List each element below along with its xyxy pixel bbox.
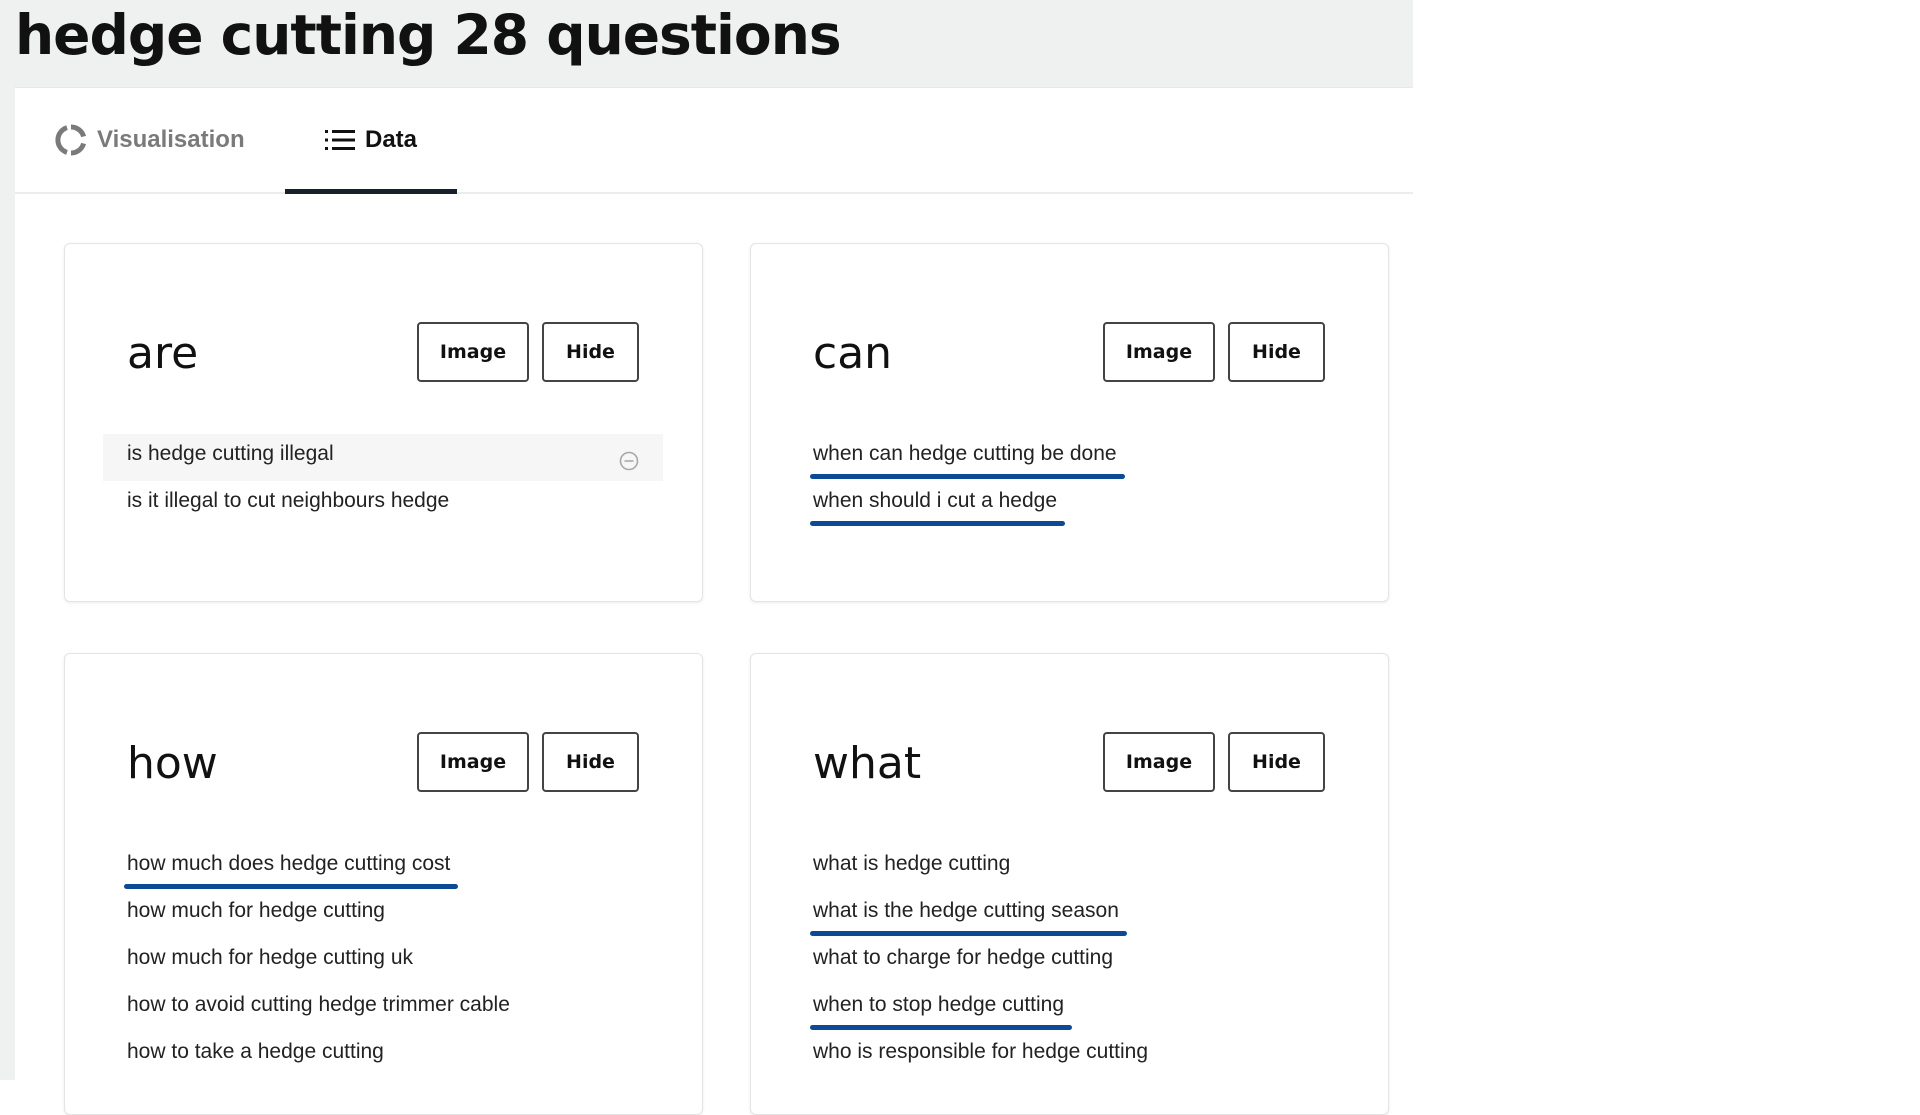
question-card-are: are Image Hide is hedge cutting illegal … (64, 243, 703, 602)
image-button[interactable]: Image (1103, 322, 1215, 382)
question-text: who is responsible for hedge cutting (813, 1040, 1149, 1063)
question-item[interactable]: how much for hedge cutting uk (103, 938, 663, 985)
question-text: what to charge for hedge cutting (813, 946, 1114, 969)
question-item[interactable]: what is the hedge cutting season (789, 891, 1349, 938)
active-tab-indicator (285, 189, 457, 194)
card-heading: can (813, 328, 893, 379)
tab-bar: Visualisation Data (15, 88, 1413, 194)
question-item[interactable]: what to charge for hedge cutting (789, 938, 1349, 985)
tab-label: Data (364, 126, 418, 153)
question-list: when can hedge cutting be done when shou… (789, 434, 1349, 528)
tab-label: Visualisation (97, 126, 245, 153)
question-card-what: what Image Hide what is hedge cutting wh… (750, 653, 1389, 1115)
hide-button[interactable]: Hide (542, 732, 639, 792)
question-item[interactable]: is it illegal to cut neighbours hedge (103, 481, 663, 528)
question-list: how much does hedge cutting cost how muc… (103, 844, 663, 1079)
image-button[interactable]: Image (417, 732, 529, 792)
question-item[interactable]: is hedge cutting illegal (103, 434, 663, 481)
question-list: is hedge cutting illegal is it illegal t… (103, 434, 663, 528)
question-card-can: can Image Hide when can hedge cutting be… (750, 243, 1389, 602)
question-text: how to avoid cutting hedge trimmer cable (127, 993, 510, 1016)
question-text: how much does hedge cutting cost (123, 844, 459, 889)
hide-button[interactable]: Hide (542, 322, 639, 382)
image-button[interactable]: Image (1103, 732, 1215, 792)
question-item[interactable]: when to stop hedge cutting (789, 985, 1349, 1032)
question-text: how much for hedge cutting uk (127, 946, 414, 969)
question-text: how much for hedge cutting (127, 899, 385, 922)
question-item[interactable]: what is hedge cutting (789, 844, 1349, 891)
tab-data[interactable]: Data (285, 88, 457, 194)
question-item[interactable]: who is responsible for hedge cutting (789, 1032, 1349, 1079)
question-item[interactable]: how much does hedge cutting cost (103, 844, 663, 891)
card-heading: are (127, 328, 199, 379)
question-item[interactable]: when can hedge cutting be done (789, 434, 1349, 481)
question-text: how to take a hedge cutting (127, 1040, 384, 1063)
hide-button[interactable]: Hide (1228, 322, 1325, 382)
image-button[interactable]: Image (417, 322, 529, 382)
question-list: what is hedge cutting what is the hedge … (789, 844, 1349, 1079)
question-text: is hedge cutting illegal (127, 442, 334, 465)
question-item[interactable]: when should i cut a hedge (789, 481, 1349, 528)
page-title: hedge cutting 28 questions (15, 3, 842, 67)
tab-visualisation[interactable]: Visualisation (55, 88, 245, 192)
card-heading: what (813, 738, 922, 789)
question-item[interactable]: how to avoid cutting hedge trimmer cable (103, 985, 663, 1032)
question-item[interactable]: how much for hedge cutting (103, 891, 663, 938)
question-item[interactable]: how to take a hedge cutting (103, 1032, 663, 1079)
question-text: what is hedge cutting (813, 852, 1011, 875)
question-text: when should i cut a hedge (809, 481, 1066, 526)
question-card-how: how Image Hide how much does hedge cutti… (64, 653, 703, 1115)
question-text: is it illegal to cut neighbours hedge (127, 489, 450, 512)
circle-segments-icon (55, 124, 87, 156)
hide-button[interactable]: Hide (1228, 732, 1325, 792)
question-text: when can hedge cutting be done (810, 434, 1125, 479)
question-text: what is the hedge cutting season (810, 891, 1127, 936)
remove-circle-icon[interactable] (619, 445, 639, 471)
question-text: when to stop hedge cutting (809, 985, 1073, 1030)
card-heading: how (127, 738, 218, 789)
list-icon (324, 128, 355, 152)
